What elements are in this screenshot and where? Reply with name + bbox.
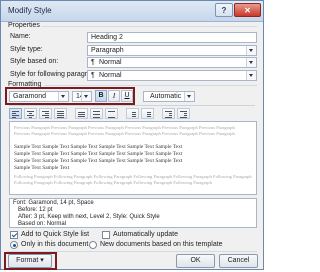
description-line-4: Based on: Normal bbox=[18, 221, 67, 227]
underline-button[interactable]: U bbox=[121, 90, 133, 102]
name-label: Name: bbox=[10, 33, 31, 40]
style-based-on-select[interactable]: ¶ Normal bbox=[87, 57, 257, 68]
close-button[interactable]: ✕ bbox=[234, 3, 261, 17]
font-size-select[interactable]: 14 bbox=[72, 91, 92, 102]
help-icon: ? bbox=[221, 6, 227, 15]
name-input[interactable]: Heading 2 bbox=[87, 32, 257, 43]
following-paragraph-select[interactable]: ¶ Normal bbox=[87, 70, 257, 81]
ok-button[interactable]: OK bbox=[176, 254, 215, 268]
font-color-select[interactable]: Automatic bbox=[143, 91, 195, 102]
formatting-divider bbox=[44, 85, 257, 86]
space-after-button[interactable] bbox=[141, 108, 154, 119]
align-left-button[interactable] bbox=[9, 108, 22, 119]
font-name-value: Garamond bbox=[13, 93, 47, 100]
format-button-label: Format bbox=[16, 257, 39, 264]
new-documents-radio[interactable] bbox=[89, 241, 97, 249]
align-center-button[interactable] bbox=[24, 108, 37, 119]
add-quick-style-checkbox[interactable] bbox=[10, 231, 18, 239]
title-bar: Modify Style ? ✕ bbox=[1, 1, 263, 22]
add-quick-style-label: Add to Quick Style list bbox=[21, 231, 90, 238]
cancel-button[interactable]: Cancel bbox=[219, 254, 258, 268]
italic-button[interactable]: I bbox=[108, 90, 120, 102]
font-color-value: Automatic bbox=[150, 93, 182, 100]
modify-style-dialog: Modify Style ? ✕ Properties Name: Headin… bbox=[0, 0, 264, 270]
style-based-on-label: Style based on: bbox=[10, 58, 59, 65]
sample-text-line-4: Sample Text Sample Text bbox=[14, 165, 70, 171]
chevron-down-icon bbox=[246, 71, 256, 80]
description-line-3: After: 3 pt, Keep with next, Level 2, St… bbox=[18, 214, 160, 220]
paragraph-icon: ¶ bbox=[91, 72, 95, 79]
following-paragraph-value: Normal bbox=[99, 72, 122, 79]
properties-divider bbox=[41, 26, 257, 27]
style-description: Font: Garamond, 14 pt, Space Before: 12 … bbox=[9, 198, 257, 228]
justify-button[interactable] bbox=[54, 108, 67, 119]
description-line-2: Before: 12 pt bbox=[18, 207, 53, 213]
chevron-down-icon bbox=[246, 46, 256, 55]
paragraph-icon: ¶ bbox=[91, 59, 95, 66]
toolbar-divider bbox=[9, 105, 255, 106]
style-type-value: Paragraph bbox=[91, 47, 124, 54]
close-icon: ✕ bbox=[244, 6, 251, 15]
only-this-document-radio[interactable] bbox=[10, 241, 18, 249]
single-spacing-button[interactable] bbox=[75, 108, 88, 119]
chevron-down-icon bbox=[246, 58, 256, 67]
chevron-down-icon bbox=[184, 92, 194, 101]
chevron-down-icon bbox=[81, 92, 91, 101]
style-type-select[interactable]: Paragraph bbox=[87, 45, 257, 56]
help-button[interactable]: ? bbox=[215, 3, 233, 17]
format-button[interactable]: Format ▾ bbox=[8, 254, 52, 268]
decrease-indent-button[interactable] bbox=[162, 108, 175, 119]
style-based-on-value: Normal bbox=[99, 59, 122, 66]
description-line-1: Font: Garamond, 14 pt, Space bbox=[13, 200, 94, 206]
dialog-title: Modify Style bbox=[8, 6, 52, 15]
following-paragraph-text: Following Paragraph Following Paragraph … bbox=[14, 174, 252, 185]
name-value: Heading 2 bbox=[91, 34, 123, 41]
one-and-half-spacing-button[interactable] bbox=[90, 108, 103, 119]
only-this-document-label: Only in this document bbox=[21, 241, 89, 248]
space-before-button[interactable] bbox=[126, 108, 139, 119]
bold-button[interactable]: B bbox=[95, 90, 107, 102]
align-right-button[interactable] bbox=[39, 108, 52, 119]
style-type-label: Style type: bbox=[10, 46, 43, 53]
increase-indent-button[interactable] bbox=[177, 108, 190, 119]
chevron-down-icon: ▾ bbox=[40, 257, 44, 264]
style-preview: Previous Paragraph Previous Paragraph Pr… bbox=[9, 121, 257, 195]
chevron-down-icon bbox=[58, 92, 68, 101]
new-documents-label: New documents based on this template bbox=[100, 241, 223, 248]
previous-paragraph-text: Previous Paragraph Previous Paragraph Pr… bbox=[14, 125, 235, 136]
auto-update-checkbox[interactable] bbox=[102, 231, 110, 239]
properties-heading: Properties bbox=[8, 22, 40, 29]
font-name-select[interactable]: Garamond bbox=[9, 91, 69, 102]
double-spacing-button[interactable] bbox=[105, 108, 118, 119]
auto-update-label: Automatically update bbox=[113, 231, 178, 238]
